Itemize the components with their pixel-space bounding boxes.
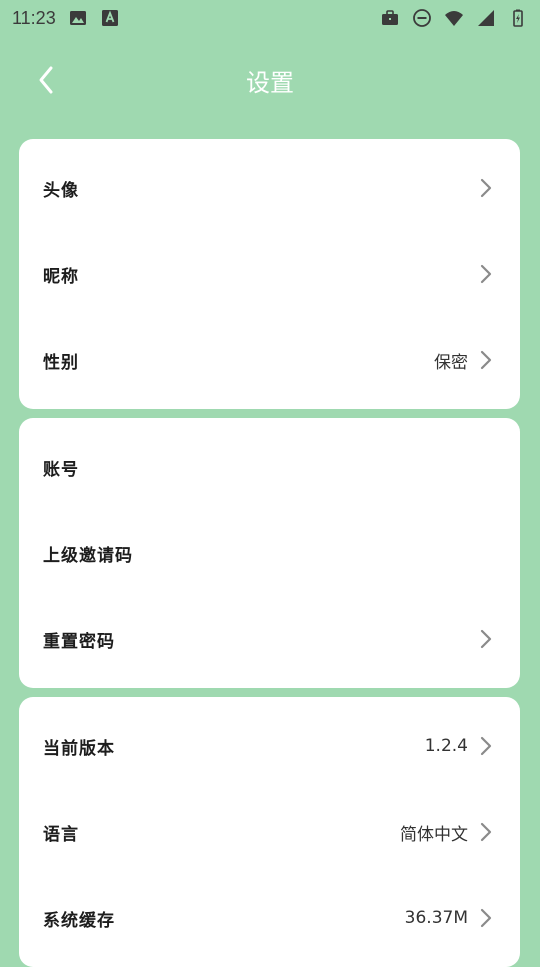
back-button[interactable] [28,62,64,98]
row-version[interactable]: 当前版本 1.2.4 [19,703,520,789]
battery-icon [508,8,528,28]
signal-icon [476,8,496,28]
row-right: 1.2.4 [425,735,494,757]
chevron-right-icon [478,349,494,371]
chevron-right-icon [478,821,494,843]
row-label: 昵称 [43,266,79,287]
row-label: 系统缓存 [43,910,115,931]
header: 设置 [0,50,540,110]
row-label: 重置密码 [43,631,115,652]
row-gender[interactable]: 性别 保密 [19,317,520,403]
row-avatar[interactable]: 头像 [19,145,520,231]
status-time: 11:23 [12,7,56,28]
row-value: 36.37M [404,908,468,928]
row-nickname[interactable]: 昵称 [19,231,520,317]
row-right [478,628,494,650]
row-value: 简体中文 [400,824,468,845]
briefcase-icon [380,8,400,28]
status-left: 11:23 [12,8,120,29]
row-invite-code: 上级邀请码 [19,510,520,596]
row-label: 头像 [43,180,79,201]
page-title: 设置 [246,68,294,97]
status-right [380,8,528,28]
chevron-right-icon [478,735,494,757]
row-label: 当前版本 [43,738,115,759]
row-right [478,263,494,285]
chevron-left-icon [39,66,53,94]
text-a-icon [100,8,120,28]
status-bar: 11:23 [0,0,540,36]
row-label: 性别 [43,352,79,373]
row-cache[interactable]: 系统缓存 36.37M [19,875,520,961]
row-label: 账号 [43,459,79,480]
row-value: 保密 [434,352,468,373]
row-right: 简体中文 [400,820,494,845]
row-label: 语言 [43,824,79,845]
row-right [478,177,494,199]
settings-group-account: 账号 上级邀请码 重置密码 [19,418,520,688]
row-right: 36.37M [405,907,494,929]
chevron-right-icon [478,628,494,650]
chevron-right-icon [478,907,494,929]
row-reset-password[interactable]: 重置密码 [19,596,520,682]
row-account: 账号 [19,424,520,510]
chevron-right-icon [478,263,494,285]
wifi-icon [444,8,464,28]
chevron-right-icon [478,177,494,199]
dnd-icon [412,8,432,28]
settings-group-profile: 头像 昵称 性别 保密 [19,139,520,409]
row-value: 1.2.4 [424,736,468,756]
image-icon [68,8,88,28]
settings-group-system: 当前版本 1.2.4 语言 简体中文 系统缓存 36.37M [19,697,520,967]
row-language[interactable]: 语言 简体中文 [19,789,520,875]
row-right: 保密 [434,348,494,373]
row-label: 上级邀请码 [43,545,133,566]
